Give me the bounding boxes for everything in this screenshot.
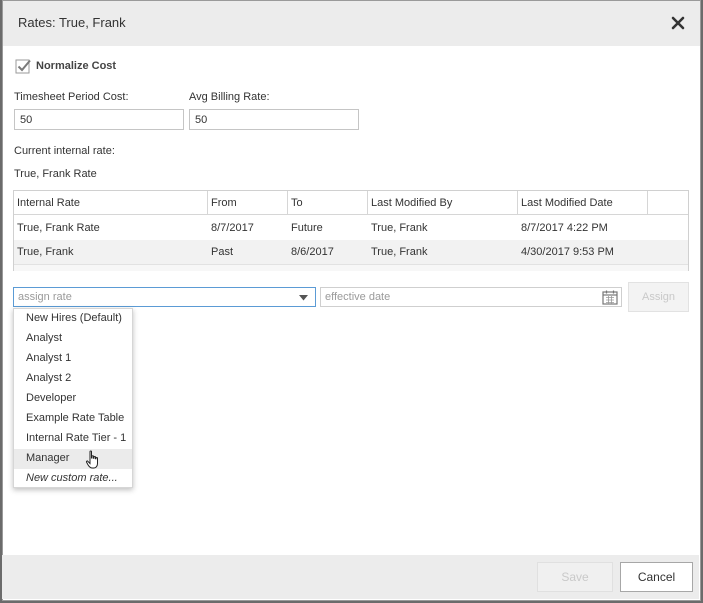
cell-to: Future (291, 222, 323, 234)
cell-from: 8/7/2017 (211, 222, 254, 234)
table-header-row: Internal Rate From To Last Modified By L… (14, 191, 688, 215)
save-button[interactable]: Save (537, 562, 613, 592)
timesheet-cost-label: Timesheet Period Cost: (14, 91, 129, 103)
hand-pointer-cursor-icon (85, 450, 98, 469)
new-custom-rate-option[interactable]: New custom rate... (14, 469, 132, 489)
effective-date-placeholder: effective date (325, 291, 391, 303)
dropdown-option[interactable]: Example Rate Table (14, 409, 132, 429)
dropdown-option-hovered[interactable]: Manager (14, 449, 132, 469)
dropdown-option[interactable]: Internal Rate Tier - 1 (14, 429, 132, 449)
cell-last-modified-date: 8/7/2017 4:22 PM (521, 222, 608, 234)
close-icon[interactable] (670, 15, 686, 31)
cell-internal-rate: True, Frank Rate (17, 222, 100, 234)
assign-rate-placeholder: assign rate (18, 291, 72, 303)
column-header-internal-rate[interactable]: Internal Rate (14, 191, 208, 215)
column-header-last-modified-date[interactable]: Last Modified Date (518, 191, 648, 215)
cell-last-modified-date: 4/30/2017 9:53 PM (521, 246, 614, 258)
cell-internal-rate: True, Frank (17, 246, 74, 258)
rates-table: Internal Rate From To Last Modified By L… (13, 190, 689, 271)
timesheet-cost-input[interactable] (14, 109, 184, 130)
cell-to: 8/6/2017 (291, 246, 334, 258)
chevron-down-icon[interactable] (298, 294, 309, 302)
rate-dropdown-list: New Hires (Default) Analyst Analyst 1 An… (13, 308, 133, 488)
current-rate-value: True, Frank Rate (14, 168, 97, 180)
effective-date-input[interactable]: effective date (320, 287, 622, 307)
dropdown-option[interactable]: Analyst (14, 329, 132, 349)
column-header-to[interactable]: To (288, 191, 368, 215)
cell-last-modified-by: True, Frank (371, 222, 428, 234)
dropdown-option[interactable]: Analyst 2 (14, 369, 132, 389)
dropdown-option[interactable]: Analyst 1 (14, 349, 132, 369)
cell-from: Past (211, 246, 234, 258)
avg-billing-rate-input[interactable] (189, 109, 359, 130)
dropdown-option[interactable]: Developer (14, 389, 132, 409)
assign-rate-select[interactable]: assign rate (13, 287, 316, 307)
dialog-title: Rates: True, Frank (18, 15, 126, 30)
column-header-from[interactable]: From (208, 191, 288, 215)
avg-billing-rate-label: Avg Billing Rate: (189, 91, 270, 103)
column-header-last-modified-by[interactable]: Last Modified By (368, 191, 518, 215)
dialog-header: Rates: True, Frank (3, 1, 700, 46)
table-row[interactable]: True, Frank Past 8/6/2017 True, Frank 4/… (14, 240, 688, 264)
table-row[interactable]: True, Frank Rate 8/7/2017 Future True, F… (14, 216, 688, 240)
assign-button[interactable]: Assign (628, 282, 689, 312)
calendar-icon[interactable] (602, 290, 618, 305)
cell-last-modified-by: True, Frank (371, 246, 428, 258)
table-scrollbar-track[interactable] (14, 264, 688, 271)
normalize-cost-checkbox[interactable] (15, 58, 32, 75)
dropdown-option[interactable]: New Hires (Default) (14, 309, 132, 329)
normalize-cost-label: Normalize Cost (36, 60, 117, 72)
cancel-button[interactable]: Cancel (620, 562, 693, 592)
current-rate-label: Current internal rate: (14, 145, 115, 157)
